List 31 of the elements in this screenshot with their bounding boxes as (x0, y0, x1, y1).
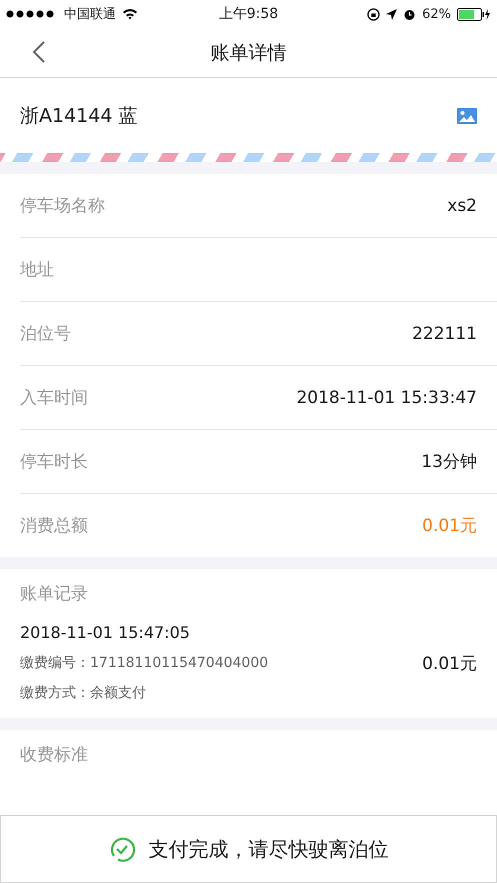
payment-number: 缴费编号：17118110115470404000 (20, 654, 268, 672)
image-icon[interactable] (457, 108, 477, 124)
battery-charging-icon (457, 8, 491, 20)
field-label: 入车时间 (20, 387, 88, 409)
clock-time: 上午9:58 (218, 5, 278, 23)
field-value: 2018-11-01 15:33:47 (296, 388, 477, 408)
section-title: 账单记录 (20, 582, 89, 606)
back-icon[interactable] (32, 40, 46, 64)
field-label: 地址 (20, 259, 54, 281)
check-circle-icon (108, 836, 134, 862)
field-value: xs2 (447, 196, 477, 216)
field-label: 停车时长 (20, 451, 88, 473)
wifi-icon (122, 8, 138, 20)
rotation-lock-icon (367, 8, 380, 20)
alarm-icon (403, 8, 416, 20)
battery-percent: 62% (422, 6, 451, 22)
field-value: 222111 (412, 324, 477, 344)
field-value: 13分钟 (421, 451, 477, 473)
page-title: 账单详情 (210, 40, 286, 66)
record-amount: 0.01元 (422, 652, 477, 674)
carrier-name: 中国联通 (64, 6, 116, 23)
section-title: 收费标准 (20, 744, 89, 766)
payment-method: 缴费方式：余额支付 (20, 684, 146, 702)
field-label: 泊位号 (20, 323, 71, 345)
record-time: 2018-11-01 15:47:05 (20, 623, 191, 642)
field-label: 停车场名称 (20, 195, 105, 217)
success-message: 支付完成，请尽快驶离泊位 (148, 836, 388, 862)
amount-value: 0.01元 (422, 515, 477, 537)
location-icon (386, 8, 398, 20)
plate-number: 浙A14144 蓝 (20, 104, 138, 128)
field-label: 消费总额 (20, 515, 88, 537)
